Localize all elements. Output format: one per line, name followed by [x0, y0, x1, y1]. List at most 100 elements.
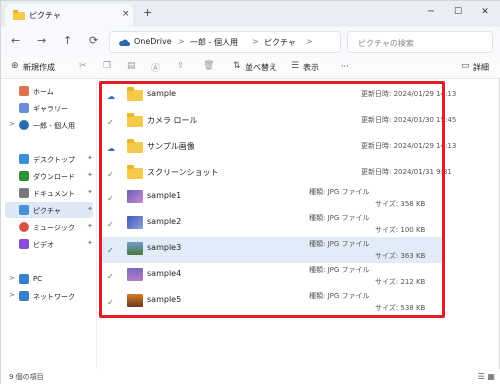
- download-icon: [19, 171, 29, 181]
- more-button[interactable]: ···: [341, 62, 349, 71]
- share-icon[interactable]: ⇪: [177, 61, 185, 71]
- chevron-right-icon[interactable]: >: [9, 274, 15, 282]
- chevron-right-icon[interactable]: >: [9, 291, 15, 299]
- view-button[interactable]: 表示: [303, 62, 319, 73]
- close-window-button[interactable]: ✕: [475, 4, 495, 20]
- pin-icon[interactable]: ✦: [87, 171, 93, 179]
- synced-status-icon: ✓: [107, 246, 114, 255]
- gallery-icon: [19, 103, 29, 113]
- list-item[interactable]: ✓ sample2 種類: JPG ファイル サイズ: 100 KB: [101, 211, 444, 237]
- item-count: 9 個の項目: [9, 373, 44, 381]
- synced-status-icon: ✓: [107, 170, 114, 179]
- synced-status-icon: ✓: [107, 298, 114, 307]
- sidebar-item-documents[interactable]: ドキュメント ✦: [5, 185, 93, 201]
- file-type: 種類: JPG ファイル: [309, 188, 370, 196]
- details-icon: ▭: [461, 61, 470, 71]
- music-icon: [19, 222, 29, 232]
- back-button[interactable]: ←: [11, 34, 20, 47]
- image-thumbnail: [127, 190, 143, 203]
- image-thumbnail: [127, 216, 143, 229]
- list-item[interactable]: ✓ sample4 種類: JPG ファイル サイズ: 212 KB: [101, 263, 444, 289]
- file-type: 種類: JPG ファイル: [309, 292, 370, 300]
- delete-icon[interactable]: 🗑: [203, 61, 214, 71]
- search-placeholder: ピクチャの検索: [358, 39, 414, 48]
- details-button[interactable]: 詳細: [473, 62, 489, 73]
- file-modified: 更新日時: 2024/01/30 15:45: [361, 116, 457, 124]
- sidebar-item-pictures[interactable]: ピクチャ ✦: [5, 202, 93, 218]
- file-name: sample1: [147, 191, 182, 200]
- image-thumbnail: [127, 268, 143, 281]
- pin-icon[interactable]: ✦: [87, 222, 93, 230]
- file-modified: 更新日時: 2024/01/29 14:13: [361, 90, 457, 98]
- sidebar-item-gallery[interactable]: ギャラリー: [5, 100, 93, 116]
- address-bar[interactable]: OneDrive > 一郎 - 個人用 > ピクチャ >: [109, 31, 341, 53]
- list-item[interactable]: ✓ sample3 種類: JPG ファイル サイズ: 363 KB: [101, 237, 444, 263]
- pin-icon[interactable]: ✦: [87, 205, 93, 213]
- view-icon: ☰: [291, 61, 300, 71]
- sidebar-item-label: ミュージック: [33, 224, 75, 232]
- breadcrumb-separator: >: [178, 37, 185, 46]
- minimize-button[interactable]: ─: [421, 4, 441, 20]
- sidebar-item-home[interactable]: ホーム: [5, 83, 93, 99]
- folder-icon: [127, 113, 143, 127]
- forward-button[interactable]: →: [37, 34, 46, 47]
- copy-icon[interactable]: ❐: [103, 61, 111, 71]
- sidebar-item-label: ネットワーク: [33, 293, 75, 301]
- tab-title: ピクチャ: [29, 11, 61, 20]
- refresh-button[interactable]: ⟳: [89, 34, 98, 47]
- sidebar-item-videos[interactable]: ビデオ ✦: [5, 236, 93, 252]
- list-item[interactable]: ☁ サンプル画像 更新日時: 2024/01/29 14:13: [101, 135, 456, 161]
- maximize-button[interactable]: ☐: [448, 4, 468, 20]
- sidebar-item-pc[interactable]: > PC: [5, 271, 93, 287]
- tab-pictures[interactable]: ピクチャ ×: [5, 4, 133, 27]
- sidebar-item-label: ピクチャ: [33, 207, 61, 215]
- list-item[interactable]: ☁ sample 更新日時: 2024/01/29 14:13: [101, 83, 456, 109]
- file-size: サイズ: 363 KB: [375, 252, 426, 260]
- cloud-status-icon: ☁: [107, 92, 115, 101]
- new-tab-button[interactable]: +: [143, 6, 152, 19]
- folder-icon: [127, 87, 143, 101]
- file-modified: 更新日時: 2024/01/29 14:13: [361, 142, 457, 150]
- sidebar-item-music[interactable]: ミュージック ✦: [5, 219, 93, 235]
- up-button[interactable]: ↑: [63, 34, 72, 47]
- sort-icon: ⇅: [233, 61, 241, 71]
- breadcrumb-onedrive[interactable]: OneDrive: [134, 37, 172, 46]
- cloud-status-icon: ☁: [107, 144, 115, 153]
- title-bar: ピクチャ × + ─ ☐ ✕: [1, 1, 500, 27]
- desktop-icon: [19, 154, 29, 164]
- folder-icon: [127, 139, 143, 153]
- chevron-right-icon[interactable]: >: [9, 120, 15, 128]
- file-name: サンプル画像: [147, 142, 195, 151]
- cut-icon[interactable]: ✂: [79, 61, 87, 71]
- pin-icon[interactable]: ✦: [87, 154, 93, 162]
- tab-close-icon[interactable]: ×: [122, 9, 130, 19]
- pin-icon[interactable]: ✦: [87, 239, 93, 247]
- sidebar-item-desktop[interactable]: デスクトップ ✦: [5, 151, 93, 167]
- sidebar-item-downloads[interactable]: ダウンロード ✦: [5, 168, 93, 184]
- view-toggle-icon[interactable]: ☰ ▦: [478, 372, 495, 381]
- pin-icon[interactable]: ✦: [87, 188, 93, 196]
- paste-icon[interactable]: ▤: [127, 61, 136, 71]
- new-button[interactable]: 新規作成: [23, 62, 55, 73]
- command-bar: ⊕ 新規作成 ✂ ❐ ▤ Ⓐ ⇪ 🗑 ⇅ 並べ替え ☰ 表示 ··· ▭ 詳細: [1, 57, 500, 79]
- list-item[interactable]: ✓ スクリーンショット 更新日時: 2024/01/31 9:31: [101, 161, 452, 187]
- rename-icon[interactable]: Ⓐ: [151, 61, 160, 74]
- file-size: サイズ: 212 KB: [375, 278, 426, 286]
- new-icon: ⊕: [11, 61, 19, 71]
- sidebar-item-onedrive[interactable]: > 一郎 - 個人用: [5, 117, 93, 133]
- list-item[interactable]: ✓ カメラ ロール 更新日時: 2024/01/30 15:45: [101, 109, 456, 135]
- document-icon: [19, 188, 29, 198]
- file-size: サイズ: 358 KB: [375, 200, 426, 208]
- sort-button[interactable]: 並べ替え: [245, 62, 277, 73]
- navigation-pane: ホーム ギャラリー > 一郎 - 個人用 デスクトップ ✦ ダウンロード ✦ ド…: [1, 79, 97, 369]
- pictures-icon: [19, 205, 29, 215]
- sidebar-item-network[interactable]: > ネットワーク: [5, 288, 93, 304]
- file-name: スクリーンショット: [147, 168, 219, 177]
- list-item[interactable]: ✓ sample1 種類: JPG ファイル サイズ: 358 KB: [101, 185, 444, 211]
- breadcrumb-pictures[interactable]: ピクチャ: [264, 37, 296, 48]
- breadcrumb-personal[interactable]: 一郎 - 個人用: [190, 37, 238, 48]
- file-list: ☁ sample 更新日時: 2024/01/29 14:13 ✓ カメラ ロー…: [101, 79, 491, 317]
- list-item[interactable]: ✓ sample5 種類: JPG ファイル サイズ: 538 KB: [101, 289, 444, 315]
- search-input[interactable]: ピクチャの検索: [347, 31, 493, 53]
- breadcrumb-separator: >: [306, 37, 313, 46]
